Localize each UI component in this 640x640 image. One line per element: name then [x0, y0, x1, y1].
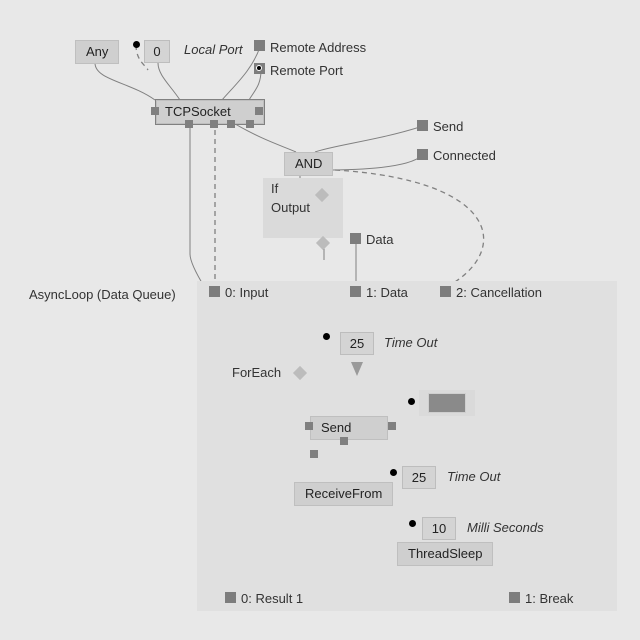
label-timeout-2: Time Out — [447, 469, 500, 484]
dark-chip-icon — [428, 393, 466, 413]
label-data-1: 1: Data — [366, 285, 408, 300]
port-icon[interactable] — [209, 286, 220, 297]
pin-filled-dot-icon — [256, 65, 262, 71]
label-result-0: 0: Result 1 — [241, 591, 303, 606]
value-text: 0 — [153, 44, 160, 59]
pin-dot-icon — [408, 398, 415, 405]
label-foreach: ForEach — [232, 365, 281, 380]
node-label: ThreadSleep — [408, 546, 482, 561]
funnel-icon — [351, 362, 363, 376]
port-icon[interactable] — [440, 286, 451, 297]
label-cancellation-2: 2: Cancellation — [456, 285, 542, 300]
port-icon[interactable] — [254, 40, 265, 51]
label-input-0: 0: Input — [225, 285, 268, 300]
value-millis[interactable]: 10 — [422, 517, 456, 540]
node-label: TCPSocket — [165, 104, 231, 119]
port-icon[interactable] — [509, 592, 520, 603]
resize-handle-icon[interactable] — [305, 422, 313, 430]
diamond-icon — [316, 236, 330, 250]
value-timeout-1[interactable]: 25 — [340, 332, 374, 355]
label-connected: Connected — [433, 148, 496, 163]
node-label: AND — [295, 156, 322, 171]
resize-handle-icon[interactable] — [227, 120, 235, 128]
node-any[interactable]: Any — [75, 40, 119, 64]
resize-handle-icon[interactable] — [310, 450, 318, 458]
value-zero[interactable]: 0 — [144, 40, 170, 63]
port-icon[interactable] — [350, 286, 361, 297]
node-label: Any — [86, 44, 108, 59]
label-break-1: 1: Break — [525, 591, 573, 606]
node-and[interactable]: AND — [284, 152, 333, 176]
pin-dot-icon — [133, 41, 140, 48]
node-receivefrom[interactable]: ReceiveFrom — [294, 482, 393, 506]
label-output: Output — [271, 200, 310, 215]
label-remote-address: Remote Address — [270, 40, 366, 55]
port-icon[interactable] — [417, 120, 428, 131]
value-text: 10 — [432, 521, 446, 536]
label-if: If — [271, 181, 278, 196]
label-asyncloop: AsyncLoop (Data Queue) — [29, 287, 176, 302]
label-send: Send — [433, 119, 463, 134]
value-text: 25 — [350, 336, 364, 351]
pin-dot-icon — [390, 469, 397, 476]
resize-handle-icon[interactable] — [388, 422, 396, 430]
resize-handle-icon[interactable] — [151, 107, 159, 115]
label-milliseconds: Milli Seconds — [467, 520, 544, 535]
node-threadsleep[interactable]: ThreadSleep — [397, 542, 493, 566]
resize-handle-icon[interactable] — [210, 120, 218, 128]
node-label: Send — [321, 420, 351, 435]
label-data: Data — [366, 232, 393, 247]
resize-handle-icon[interactable] — [255, 107, 263, 115]
label-timeout: Time Out — [384, 335, 437, 350]
value-text: 25 — [412, 470, 426, 485]
resize-handle-icon[interactable] — [246, 120, 254, 128]
resize-handle-icon[interactable] — [185, 120, 193, 128]
node-label: ReceiveFrom — [305, 486, 382, 501]
port-icon[interactable] — [225, 592, 236, 603]
resize-handle-icon[interactable] — [340, 437, 348, 445]
pin-dot-icon — [409, 520, 416, 527]
node-send[interactable]: Send — [310, 416, 388, 440]
label-remote-port: Remote Port — [270, 63, 343, 78]
port-icon[interactable] — [417, 149, 428, 160]
pin-dot-icon — [323, 333, 330, 340]
port-icon[interactable] — [350, 233, 361, 244]
value-timeout-2[interactable]: 25 — [402, 466, 436, 489]
label-local-port: Local Port — [184, 42, 243, 57]
